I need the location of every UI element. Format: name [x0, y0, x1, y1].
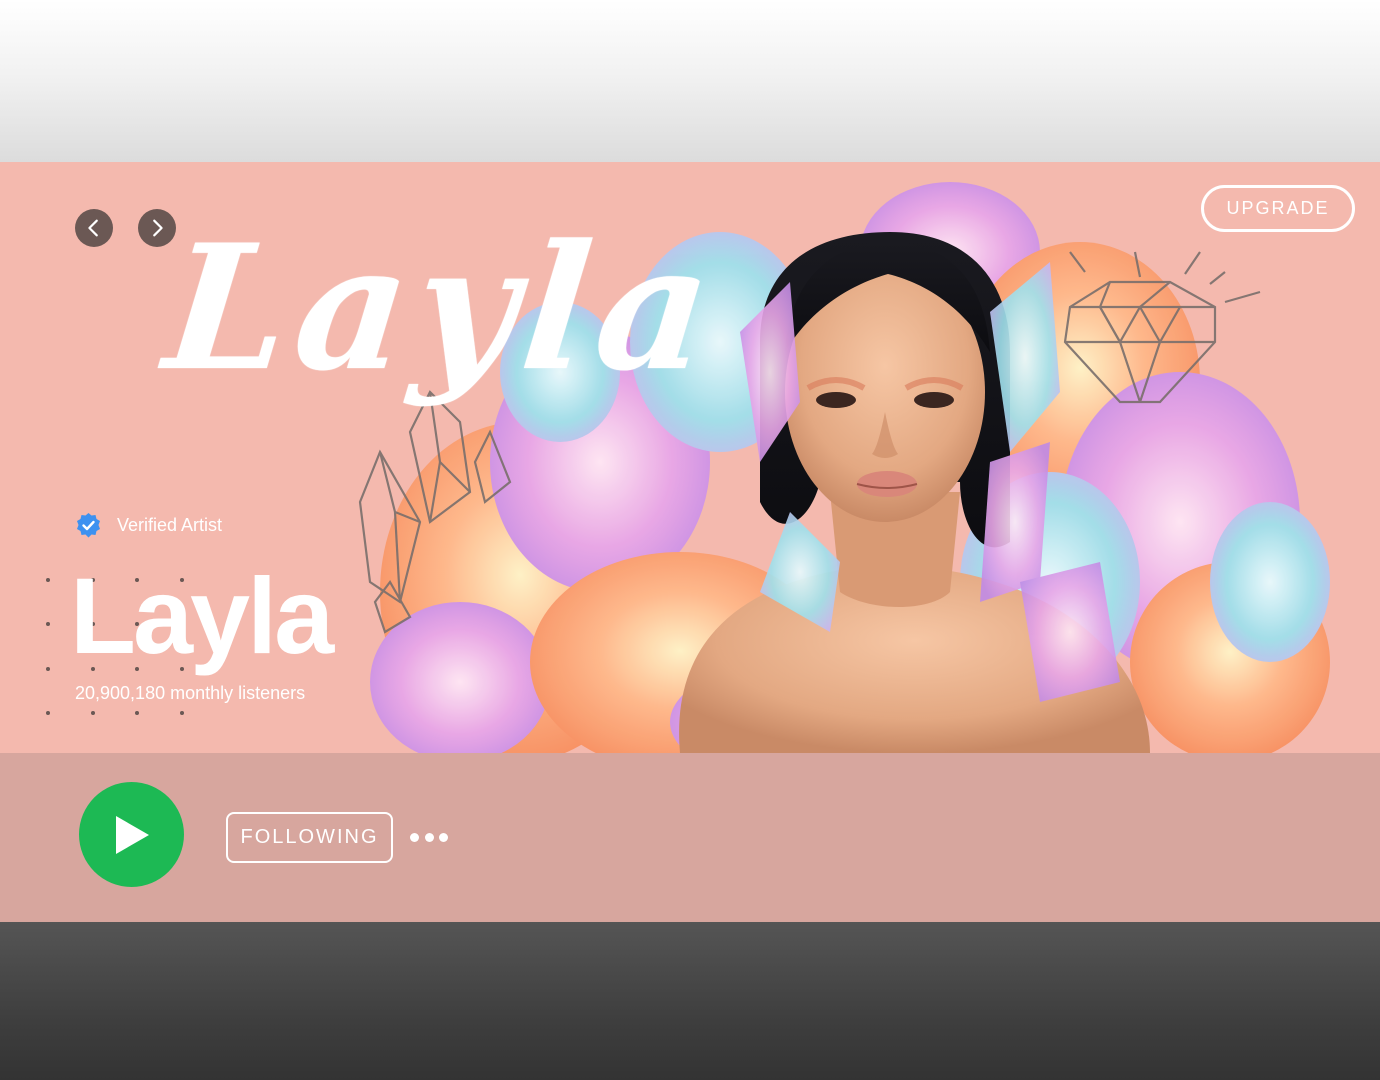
play-button[interactable]: [79, 782, 184, 887]
more-options-icon: [410, 832, 419, 842]
artist-hero-banner: UPGRADE Layla Verified Artist Layla 20,9…: [0, 162, 1380, 753]
chevron-left-icon: [88, 219, 98, 237]
chevron-right-icon: [153, 219, 163, 237]
verified-artist-badge: Verified Artist: [75, 512, 222, 539]
top-band: [0, 0, 1380, 162]
artist-name-heading: Layla: [70, 555, 334, 676]
play-icon: [115, 815, 149, 854]
artist-action-bar: FOLLOWING: [0, 753, 1380, 922]
following-button[interactable]: FOLLOWING: [226, 812, 393, 863]
verified-check-icon: [77, 513, 100, 538]
artist-script-title: Layla: [157, 206, 728, 409]
verified-artist-label: Verified Artist: [117, 515, 223, 535]
forward-button[interactable]: [138, 209, 176, 247]
more-options-icon-dot: [439, 832, 448, 842]
more-options-icon-dot: [424, 832, 434, 842]
back-button[interactable]: [75, 209, 113, 247]
upgrade-button[interactable]: UPGRADE: [1201, 185, 1355, 232]
more-options-button[interactable]: [407, 826, 451, 848]
monthly-listeners-count: 20,900,180 monthly listeners: [75, 683, 306, 703]
content-area: [0, 922, 1380, 1080]
